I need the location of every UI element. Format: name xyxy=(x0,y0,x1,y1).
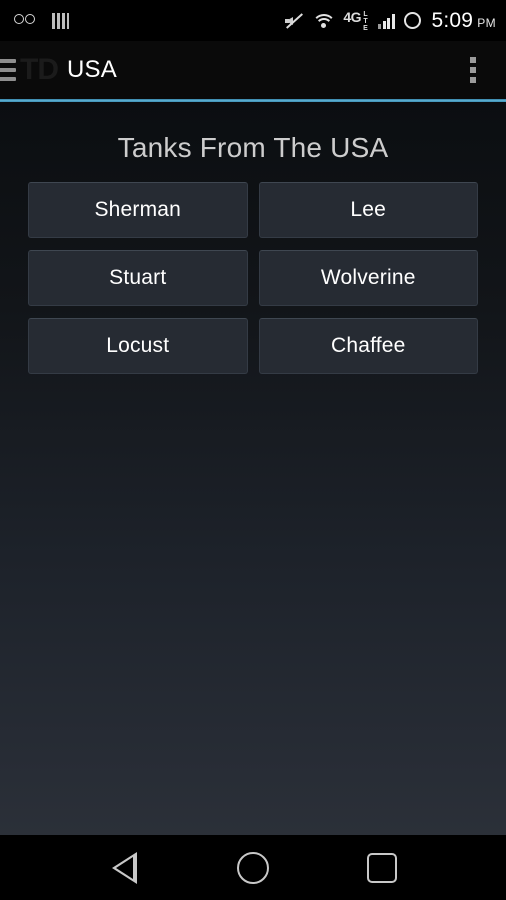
tank-button-chaffee[interactable]: Chaffee xyxy=(258,318,478,374)
network-lte-label: LTE xyxy=(362,10,369,32)
page-title: USA xyxy=(67,56,117,83)
system-navigation-bar xyxy=(0,835,506,900)
circle-ring-icon xyxy=(403,12,421,29)
square-icon xyxy=(366,852,397,883)
signal-bars-icon xyxy=(378,13,395,29)
home-button[interactable] xyxy=(223,845,283,891)
overflow-menu-icon[interactable] xyxy=(470,57,476,83)
tank-button-locust[interactable]: Locust xyxy=(28,318,248,374)
network-type-label: 4G xyxy=(343,8,361,25)
recents-button[interactable] xyxy=(352,845,412,891)
action-bar: TD USA xyxy=(0,41,506,99)
tank-button-stuart[interactable]: Stuart xyxy=(28,250,248,306)
circle-icon xyxy=(236,851,269,884)
triangle-left-icon xyxy=(111,851,137,884)
tank-button-wolverine[interactable]: Wolverine xyxy=(258,250,478,306)
striped-bars-icon xyxy=(52,12,69,29)
app-logo: TD xyxy=(20,53,59,86)
status-bar-left-icons xyxy=(14,12,69,29)
clock-time: 5:09 xyxy=(431,9,474,32)
hamburger-icon[interactable] xyxy=(0,59,16,81)
tank-button-lee[interactable]: Lee xyxy=(258,182,478,238)
wifi-icon xyxy=(311,13,336,29)
tank-button-grid: Sherman Lee Stuart Wolverine Locust Chaf… xyxy=(28,182,478,374)
voicemail-icon xyxy=(14,14,38,27)
network-type-icon: 4G LTE xyxy=(343,10,369,32)
clock-ampm: PM xyxy=(477,16,496,30)
main-content: Tanks From The USA Sherman Lee Stuart Wo… xyxy=(0,102,506,835)
status-bar: 4G LTE 5:09 PM xyxy=(0,0,506,41)
tank-button-sherman[interactable]: Sherman xyxy=(28,182,248,238)
back-button[interactable] xyxy=(94,845,154,891)
status-bar-clock: 5:09 PM xyxy=(432,10,497,31)
mute-icon xyxy=(285,12,304,30)
content-heading: Tanks From The USA xyxy=(117,132,389,163)
status-bar-right-icons: 4G LTE 5:09 PM xyxy=(285,10,496,32)
phone-screen: 4G LTE 5:09 PM TD USA Tanks From The USA xyxy=(0,0,506,900)
